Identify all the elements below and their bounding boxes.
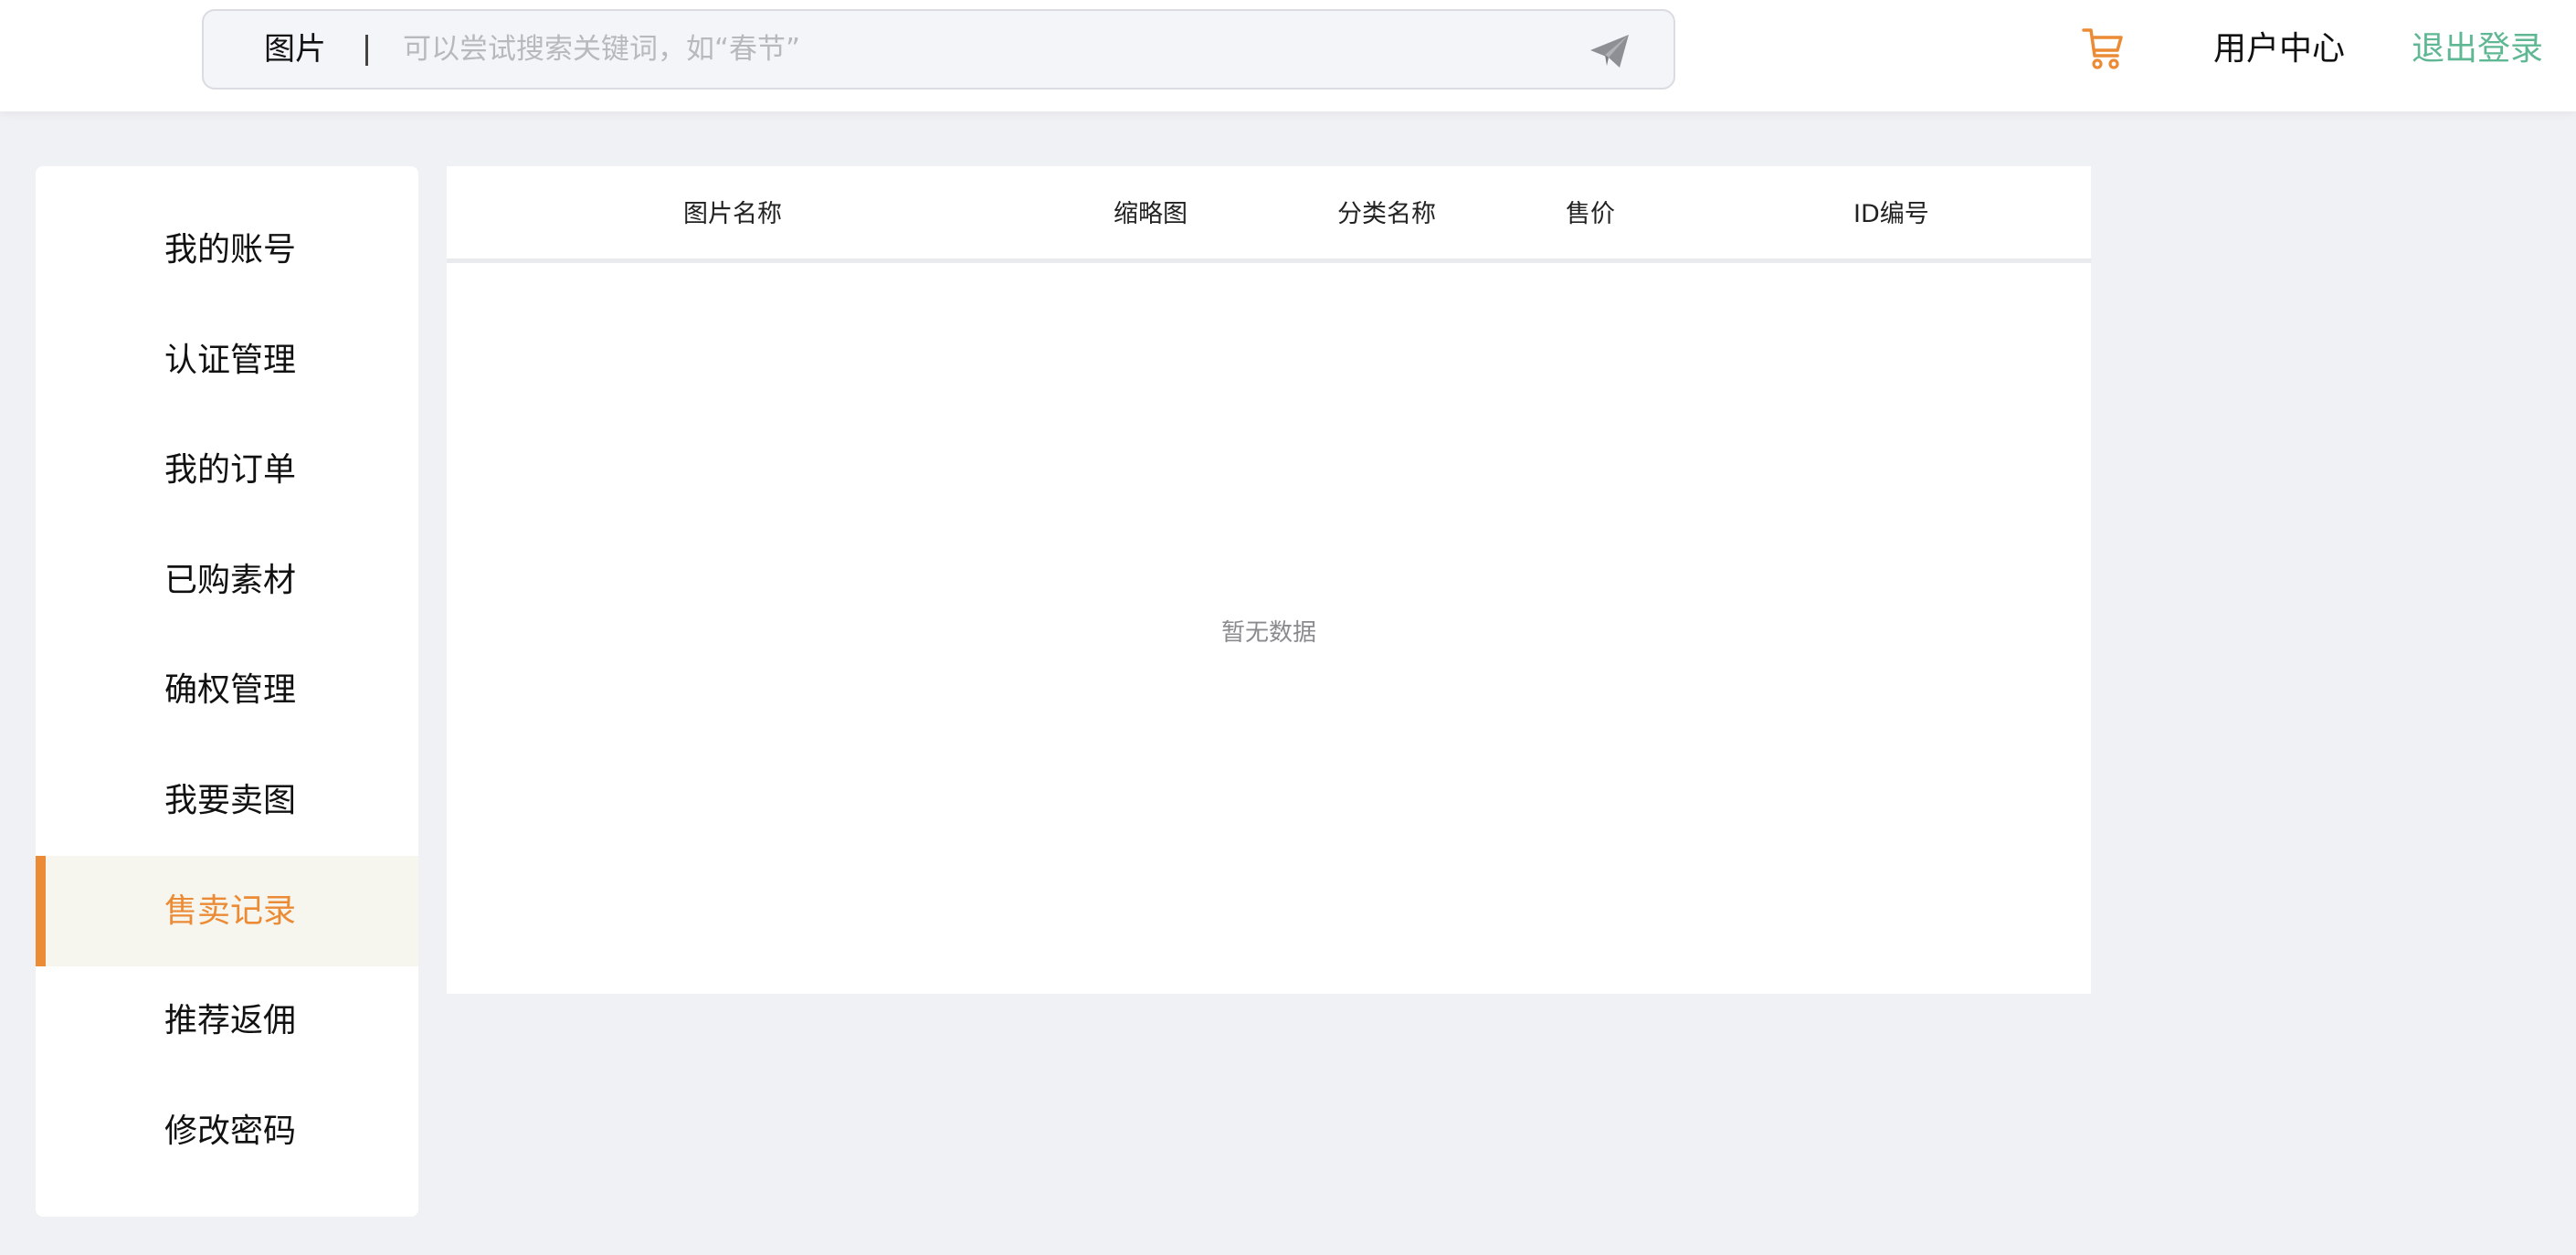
sidebar-item-change-password[interactable]: 修改密码 bbox=[36, 1076, 418, 1186]
search-type-label[interactable]: 图片 bbox=[264, 11, 326, 88]
search-input[interactable] bbox=[403, 11, 1545, 88]
cart-icon[interactable] bbox=[2081, 26, 2125, 71]
active-indicator bbox=[36, 856, 46, 966]
sidebar-item-label: 已购素材 bbox=[164, 562, 297, 599]
top-bar: 图片 用户中心 退出登录 bbox=[0, 0, 2576, 111]
sidebar-item-my-orders[interactable]: 我的订单 bbox=[36, 415, 418, 525]
sidebar-item-label: 修改密码 bbox=[164, 1113, 297, 1150]
sidebar-item-label: 推荐返佣 bbox=[164, 1002, 297, 1039]
column-header-category[interactable]: 分类名称 bbox=[1337, 166, 1436, 263]
sidebar-item-label: 我要卖图 bbox=[164, 782, 297, 819]
table-header: 图片名称 缩略图 分类名称 售价 ID编号 bbox=[447, 166, 2091, 263]
sidebar-item-sell-images[interactable]: 我要卖图 bbox=[36, 745, 418, 856]
sidebar-item-label: 我的订单 bbox=[164, 451, 297, 489]
sidebar-item-sales-record[interactable]: 售卖记录 bbox=[36, 856, 418, 966]
column-header-image-name[interactable]: 图片名称 bbox=[683, 166, 782, 263]
sales-table: 图片名称 缩略图 分类名称 售价 ID编号 暂无数据 bbox=[447, 166, 2091, 994]
paper-plane-icon[interactable] bbox=[1589, 33, 1631, 69]
sidebar: 我的账号 认证管理 我的订单 已购素材 确权管理 我要卖图 售卖记录 推荐返佣 … bbox=[36, 166, 418, 1217]
sidebar-item-label: 我的账号 bbox=[164, 231, 297, 269]
search-divider bbox=[365, 35, 368, 66]
sidebar-item-label: 认证管理 bbox=[164, 342, 297, 379]
search-bar: 图片 bbox=[202, 9, 1675, 90]
sidebar-item-certification[interactable]: 认证管理 bbox=[36, 305, 418, 416]
column-header-id[interactable]: ID编号 bbox=[1853, 166, 1929, 263]
column-header-thumbnail[interactable]: 缩略图 bbox=[1114, 166, 1188, 263]
logout-link[interactable]: 退出登录 bbox=[2412, 0, 2543, 99]
sidebar-item-referral[interactable]: 推荐返佣 bbox=[36, 965, 418, 1076]
sidebar-item-label: 确权管理 bbox=[164, 671, 297, 709]
empty-state-text: 暂无数据 bbox=[1220, 619, 1316, 647]
sidebar-item-my-account[interactable]: 我的账号 bbox=[36, 195, 418, 305]
sidebar-item-label: 售卖记录 bbox=[164, 892, 297, 930]
user-center-link[interactable]: 用户中心 bbox=[2213, 0, 2345, 99]
sidebar-item-rights[interactable]: 确权管理 bbox=[36, 635, 418, 745]
column-header-price[interactable]: 售价 bbox=[1566, 166, 1615, 263]
sidebar-item-purchased[interactable]: 已购素材 bbox=[36, 525, 418, 636]
